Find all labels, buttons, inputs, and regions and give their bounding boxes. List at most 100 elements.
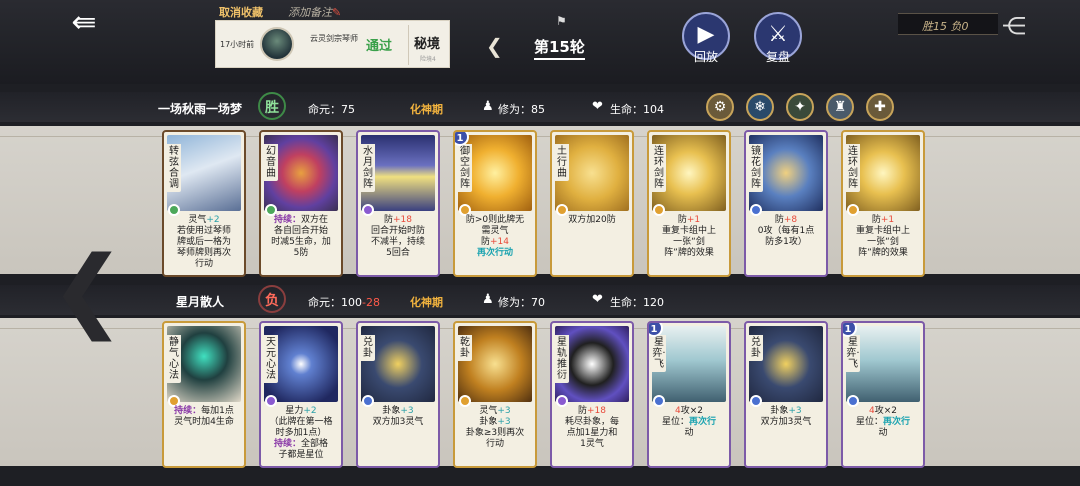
card-effect-line: 防+18 xyxy=(577,406,606,416)
card-row2_cards-3[interactable]: 乾卦灵气+3 卦象+3 卦象≥3则再次 行动 xyxy=(453,321,537,468)
share-icon[interactable]: ⋲ xyxy=(1002,12,1026,40)
card-row1_cards-4[interactable]: 土行曲 双方加20防 xyxy=(550,130,634,277)
card-row2_cards-4[interactable]: 星轨推衍 防+18 耗尽卦象，每 点加1星力和 1灵气 xyxy=(550,321,634,468)
card-effect-line: 双方加3灵气 xyxy=(760,417,812,427)
card-row1_cards-7[interactable]: 连环剑阵防+1 重复卡组中上 一张“剑 阵”牌的效果 xyxy=(841,130,925,277)
card-effect-text: 持续：每加1点 灵气时加4生命 xyxy=(166,403,242,465)
card-effect-line: 防+1 xyxy=(871,215,895,225)
card-effect-line: 防多1攻） xyxy=(765,237,807,247)
cancel-favorite-link[interactable]: 取消收藏 xyxy=(219,4,263,20)
player1-hp: 生命：104 xyxy=(610,101,664,117)
buff-icon-4[interactable]: ♜ xyxy=(826,93,854,121)
battle-record-card[interactable]: 17小时前 云灵剑宗琴师 通过 秘境 险境4 xyxy=(215,20,450,68)
review-label: 复盘 xyxy=(765,50,790,64)
record-divider xyxy=(408,25,409,65)
card-effect-line: 双方加20防 xyxy=(568,215,616,225)
card-name: 天元心法 xyxy=(264,335,278,383)
player1-life-essence: 命元：75 xyxy=(308,101,355,117)
card-name: 水月剑阵 xyxy=(361,144,375,192)
buff-icon-3[interactable]: ✦ xyxy=(786,93,814,121)
card-effect-line: 持续：全部格 xyxy=(273,439,329,449)
card-row1_cards-3[interactable]: 御空剑阵 1 防>0则此牌无 需灵气 防+14 再次行动 xyxy=(453,130,537,277)
card-effect-line: 重复卡组中上 xyxy=(855,226,910,236)
card-name: 兑卦 xyxy=(361,335,375,361)
card-effect-text: 双方加20防 xyxy=(554,212,630,274)
card-effect-line: 4攻×2 xyxy=(868,406,897,416)
card-effect-text: 卦象+3 双方加3灵气 xyxy=(360,403,436,465)
cultivation-label: 修为： xyxy=(498,103,531,116)
card-effect-line: 卦象+3 xyxy=(770,406,802,416)
card-effect-line: 若使用过琴师 xyxy=(176,226,231,236)
card-row1_cards-1[interactable]: 幻音曲 持续：双方在 各自回合开始 时减5生命，加 5防 xyxy=(259,130,343,277)
player2-realm: 化神期 xyxy=(410,296,443,309)
record-time: 17小时前 xyxy=(220,40,255,49)
card-effect-line: 星位：再次行 xyxy=(661,417,717,427)
cultivation-value: 85 xyxy=(531,103,545,116)
cultivation-icon: ♟ xyxy=(482,99,494,114)
card-effect-line: 一张“剑 xyxy=(867,237,899,247)
card-row2_cards-1[interactable]: 天元心法 星力+2 （此牌在第一格 时多加1点） 持续：全部格 子都是星位 xyxy=(259,321,343,468)
buff-icon-5[interactable]: ✚ xyxy=(866,93,894,121)
player1-cultivation: 修为：85 xyxy=(498,101,545,117)
player1-bar: 一场秋雨一场梦 胜 命元：75 化神期 ♟ 修为：85 ❤ 生命：104 xyxy=(0,92,1080,122)
buff-icon-1[interactable]: ⚙ xyxy=(706,93,734,121)
add-note-label: 添加备注 xyxy=(288,6,332,19)
previous-round-arrow-icon[interactable]: ❮ xyxy=(486,34,503,58)
card-effect-text: 灵气+2 若使用过琴师 牌或后一格为 琴师牌则再次 行动 xyxy=(166,212,242,274)
card-effect-text: 灵气+3 卦象+3 卦象≥3则再次 行动 xyxy=(457,403,533,465)
player2-life-essence: 命元：100-28 xyxy=(308,294,380,310)
card-row1_cards-0[interactable]: 转弦合调灵气+2 若使用过琴师 牌或后一格为 琴师牌则再次 行动 xyxy=(162,130,246,277)
card-effect-text: 防+1 重复卡组中上 一张“剑 阵”牌的效果 xyxy=(845,212,921,274)
card-effect-line: 5回合 xyxy=(386,248,410,258)
win-loss-record: 胜15 负0 xyxy=(898,13,998,35)
flag-icon: ⚑ xyxy=(556,14,567,28)
card-name: 连环剑阵 xyxy=(846,144,860,192)
player2-hp: 生命：120 xyxy=(610,294,664,310)
card-effect-line: 动 xyxy=(878,428,888,438)
card-effect-line: 回合开始时防 xyxy=(370,226,425,236)
card-effect-line: 灵气+3 xyxy=(479,406,511,416)
scroll-left-chevron-icon[interactable]: ❮ xyxy=(50,245,125,335)
card-effect-line: 一张“剑 xyxy=(673,237,705,247)
add-note-link[interactable]: 添加备注✎ xyxy=(288,4,341,20)
card-row2_cards-5[interactable]: 星弈·飞 1 4攻×2 星位：再次行动 xyxy=(647,321,731,468)
card-row2_cards-2[interactable]: 兑卦卦象+3 双方加3灵气 xyxy=(356,321,440,468)
card-name: 连环剑阵 xyxy=(652,144,666,192)
card-name: 兑卦 xyxy=(749,335,763,361)
hp-label: 生命： xyxy=(610,103,643,116)
card-effect-line: 持续：双方在 xyxy=(273,215,329,225)
top-bar: ⇚ 取消收藏 添加备注✎ 17小时前 云灵剑宗琴师 通过 秘境 险境4 ❮ ⚑ … xyxy=(0,0,1080,84)
round-label[interactable]: 第15轮 xyxy=(534,36,585,60)
card-row1_cards-2[interactable]: 水月剑阵 防+18 回合开始时防 不减半，持续 5回合 xyxy=(356,130,440,277)
card-effect-line: 耗尽卦象，每 xyxy=(564,417,619,427)
record-realm: 秘境 xyxy=(414,37,441,52)
card-effect-line: 双方加3灵气 xyxy=(372,417,424,427)
card-effect-line: 防+18 xyxy=(383,215,412,225)
card-effect-line: 动 xyxy=(684,428,694,438)
cultivation-label: 修为： xyxy=(498,296,531,309)
buff-icon-2[interactable]: ❄ xyxy=(746,93,774,121)
cultivation-value: 70 xyxy=(531,296,545,309)
lose-badge: 负 xyxy=(258,285,286,313)
card-effect-line: 防>0则此牌无 xyxy=(465,215,525,225)
card-row2_cards-6[interactable]: 兑卦卦象+3 双方加3灵气 xyxy=(744,321,828,468)
card-row1_cards-6[interactable]: 镜花剑阵 防+8 0攻（每有1点 防多1攻） xyxy=(744,130,828,277)
card-effect-line: 阵”牌的效果 xyxy=(664,248,714,258)
card-row2_cards-7[interactable]: 星弈·飞 1 4攻×2 星位：再次行动 xyxy=(841,321,925,468)
player2-name: 星月散人 xyxy=(176,295,225,309)
record-result: 通过 xyxy=(366,39,393,54)
card-row2_cards-0[interactable]: 静气心法持续：每加1点 灵气时加4生命 xyxy=(162,321,246,468)
back-arrow-icon[interactable]: ⇚ xyxy=(60,8,108,38)
card-effect-line: 灵气+2 xyxy=(188,215,220,225)
card-row1_cards-5[interactable]: 连环剑阵 防+1 重复卡组中上 一张“剑 阵”牌的效果 xyxy=(647,130,731,277)
card-name: 转弦合调 xyxy=(167,144,181,192)
card-effect-line: （此牌在第一格 xyxy=(269,417,333,427)
card-name: 静气心法 xyxy=(167,335,181,383)
card-effect-text: 防+8 0攻（每有1点 防多1攻） xyxy=(748,212,824,274)
player2-bar: 星月散人 负 命元：100-28 化神期 ♟ 修为：70 ❤ 生命：120 xyxy=(0,285,1080,315)
life-essence-value: 100 xyxy=(341,296,362,309)
card-effect-line: 琴师牌则再次 xyxy=(176,248,231,258)
hp-label: 生命： xyxy=(610,296,643,309)
card-name: 乾卦 xyxy=(458,335,472,361)
heart-icon: ❤ xyxy=(592,99,603,114)
